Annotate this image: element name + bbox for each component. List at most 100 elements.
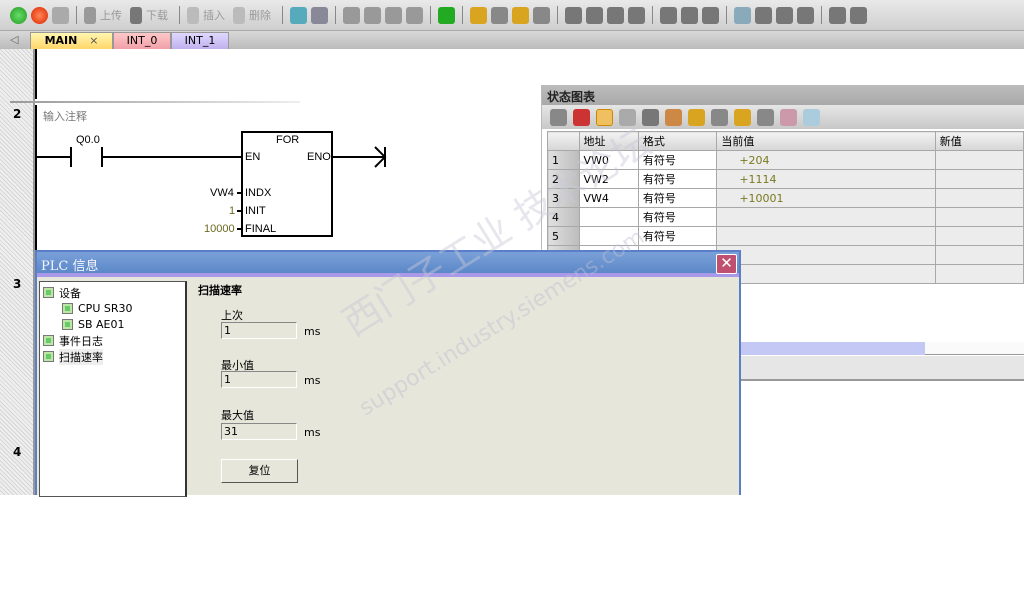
table-row[interactable]: 4 有符号 — [547, 207, 1024, 227]
goto-icon[interactable] — [438, 6, 455, 24]
table-row[interactable]: 5 有符号 — [547, 226, 1024, 246]
indx-value[interactable]: VW4 — [210, 187, 234, 199]
trend-icon[interactable] — [311, 6, 328, 24]
current-value-cell[interactable]: +1114 — [716, 169, 936, 189]
address-cell[interactable] — [578, 207, 639, 227]
new-value-cell[interactable] — [934, 188, 1024, 208]
delete-row-icon[interactable] — [573, 108, 590, 126]
init-value[interactable]: 1 — [229, 205, 235, 217]
address-cell[interactable]: VW2 — [578, 169, 639, 189]
pause-icon[interactable] — [619, 108, 636, 126]
col-current[interactable]: 当前值 — [716, 131, 936, 151]
col-new[interactable]: 新值 — [934, 131, 1024, 151]
tag-icon[interactable] — [803, 108, 820, 126]
network-number: 3 — [13, 277, 22, 291]
branch-icon[interactable] — [565, 6, 582, 24]
current-value-cell[interactable] — [716, 226, 936, 246]
final-value[interactable]: 10000 — [204, 223, 235, 235]
trend-view-icon[interactable] — [780, 108, 797, 126]
read-forced-icon[interactable] — [757, 108, 774, 126]
tree-item-devices[interactable]: 设备 — [43, 285, 81, 300]
edit-icon[interactable] — [776, 6, 793, 24]
next-bookmark-icon[interactable] — [385, 6, 402, 24]
last-scan-field[interactable]: 1 — [221, 322, 297, 339]
line-right-icon[interactable] — [628, 6, 645, 24]
horizontal-scrollbar-thumb[interactable] — [741, 342, 925, 355]
reset-button[interactable]: 复位 — [221, 459, 298, 483]
download-button[interactable]: 下载 — [146, 7, 168, 23]
force-icon[interactable] — [688, 108, 705, 126]
current-value-cell[interactable] — [716, 207, 936, 227]
address-cell[interactable]: VW0 — [578, 150, 639, 170]
write-icon[interactable] — [665, 108, 682, 126]
min-scan-field[interactable]: 1 — [221, 371, 297, 388]
new-value-cell[interactable] — [934, 169, 1024, 189]
tree-label: 事件日志 — [59, 334, 103, 348]
current-value-cell[interactable]: +204 — [716, 150, 936, 170]
new-value-cell[interactable] — [934, 226, 1024, 246]
upload-button[interactable]: 上传 — [100, 7, 122, 23]
box-icon[interactable] — [702, 6, 719, 24]
unlock-icon[interactable] — [491, 6, 508, 24]
table-row[interactable]: 3 VW4 有符号 +10001 — [547, 188, 1024, 208]
scroll-left-icon[interactable]: ◁ — [10, 33, 18, 46]
close-tab-icon[interactable]: × — [89, 34, 98, 47]
format-cell[interactable]: 有符号 — [637, 207, 718, 227]
col-format[interactable]: 格式 — [637, 131, 718, 151]
unit-label: ms — [304, 374, 321, 387]
bookmark-icon[interactable] — [343, 6, 360, 24]
properties-icon[interactable] — [850, 6, 867, 24]
symbol-icon[interactable] — [755, 6, 772, 24]
clear-bookmark-icon[interactable] — [406, 6, 423, 24]
unforce-all-icon[interactable] — [734, 108, 751, 126]
new-value-cell[interactable] — [934, 150, 1024, 170]
read-icon[interactable] — [642, 108, 659, 126]
read-icon[interactable] — [533, 6, 550, 24]
unforce-icon[interactable] — [711, 108, 728, 126]
tree-item-event-log[interactable]: 事件日志 — [43, 333, 103, 348]
prev-bookmark-icon[interactable] — [364, 6, 381, 24]
tree-item-scan-rate[interactable]: 扫描速率 — [43, 348, 103, 365]
contact-icon[interactable] — [660, 6, 677, 24]
program-status-icon[interactable] — [290, 6, 307, 24]
contact-address[interactable]: Q0.0 — [76, 134, 100, 146]
address-cell[interactable]: VW4 — [578, 188, 639, 208]
format-cell[interactable]: 有符号 — [637, 188, 718, 208]
address-cell[interactable] — [578, 226, 639, 246]
col-address[interactable]: 地址 — [578, 131, 639, 151]
insert-button[interactable]: 插入 — [203, 7, 225, 23]
close-icon[interactable]: ✕ — [716, 254, 737, 274]
format-cell[interactable]: 有符号 — [637, 226, 718, 246]
lock-icon[interactable] — [470, 6, 487, 24]
insert-icon — [187, 6, 199, 24]
edit2-icon[interactable] — [797, 6, 814, 24]
insert-row-icon[interactable] — [550, 108, 567, 126]
format-cell[interactable]: 有符号 — [637, 169, 718, 189]
max-scan-field[interactable]: 31 — [221, 423, 297, 440]
lock-add-icon[interactable] — [512, 6, 529, 24]
tree-item-cpu[interactable]: CPU SR30 — [62, 301, 132, 316]
tag-icon[interactable] — [734, 6, 751, 24]
pou-icon[interactable] — [829, 6, 846, 24]
new-value-cell[interactable] — [934, 207, 1024, 227]
chart-status-icon[interactable] — [596, 108, 613, 126]
horizontal-scrollbar[interactable] — [925, 342, 1024, 355]
tab-main[interactable]: MAIN × — [30, 32, 113, 49]
format-cell[interactable]: 有符号 — [637, 150, 718, 170]
tab-int1[interactable]: INT_1 — [171, 32, 229, 49]
run-icon[interactable] — [10, 6, 27, 24]
table-row[interactable]: 2 VW2 有符号 +1114 — [547, 169, 1024, 189]
line-up-icon[interactable] — [607, 6, 624, 24]
stop-icon[interactable] — [31, 6, 48, 24]
tab-int0[interactable]: INT_0 — [113, 32, 171, 49]
compile-icon[interactable] — [52, 6, 69, 24]
line-down-icon[interactable] — [586, 6, 603, 24]
delete-button[interactable]: 删除 — [249, 7, 271, 23]
upload-icon — [84, 6, 96, 24]
tree-item-sb[interactable]: SB AE01 — [62, 317, 125, 332]
current-value-cell[interactable]: +10001 — [716, 188, 936, 208]
indx-pin: INDX — [245, 187, 272, 199]
coil-icon[interactable] — [681, 6, 698, 24]
table-row[interactable]: 1 VW0 有符号 +204 — [547, 150, 1024, 170]
tree-label: CPU SR30 — [78, 302, 133, 315]
